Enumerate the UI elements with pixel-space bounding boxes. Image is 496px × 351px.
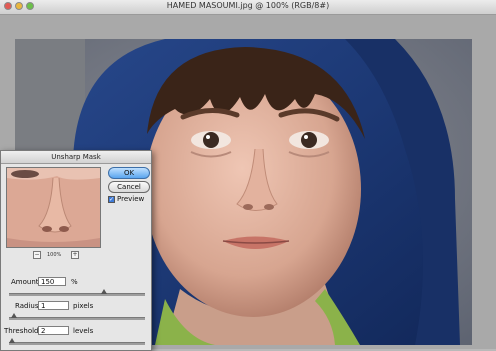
amount-slider-handle[interactable] — [101, 289, 108, 294]
dialog-title: Unsharp Mask — [1, 151, 151, 164]
threshold-slider-handle[interactable] — [8, 338, 15, 343]
cancel-button[interactable]: Cancel — [108, 181, 150, 193]
amount-unit: % — [71, 278, 78, 286]
window-title: HAMED MASOUMI.jpg @ 100% (RGB/8#) — [166, 1, 330, 10]
zoom-level: 100% — [47, 252, 62, 258]
window-titlebar: HAMED MASOUMI.jpg @ 100% (RGB/8#) — [0, 0, 496, 15]
zoom-out-button[interactable]: − — [33, 251, 41, 259]
radius-input[interactable]: 1 — [38, 301, 69, 310]
preview-checkbox-row[interactable]: ✓ Preview — [108, 195, 144, 203]
radius-unit: pixels — [73, 302, 94, 310]
preview-label: Preview — [117, 195, 145, 203]
ok-button[interactable]: OK — [108, 167, 150, 179]
radius-label: Radius: — [15, 302, 41, 310]
threshold-unit: levels — [73, 327, 94, 335]
amount-input[interactable]: 150 — [38, 277, 66, 286]
amount-slider-track[interactable] — [9, 293, 145, 296]
threshold-label: Threshold: — [4, 327, 41, 335]
radius-slider-handle[interactable] — [11, 313, 18, 318]
unsharp-mask-dialog: Unsharp Mask OK Cancel ✓ Preview − 100% … — [0, 150, 152, 351]
preview-checkbox[interactable]: ✓ — [108, 195, 115, 203]
threshold-input[interactable]: 2 — [38, 326, 69, 335]
zoom-controls: − 100% + — [6, 249, 101, 259]
filter-preview-pane[interactable] — [6, 167, 101, 248]
amount-label: Amount: — [11, 278, 41, 286]
preview-nose-closeup — [7, 168, 100, 247]
radius-slider-track[interactable] — [9, 317, 145, 320]
threshold-slider-track[interactable] — [9, 342, 145, 345]
zoom-in-button[interactable]: + — [71, 251, 79, 259]
